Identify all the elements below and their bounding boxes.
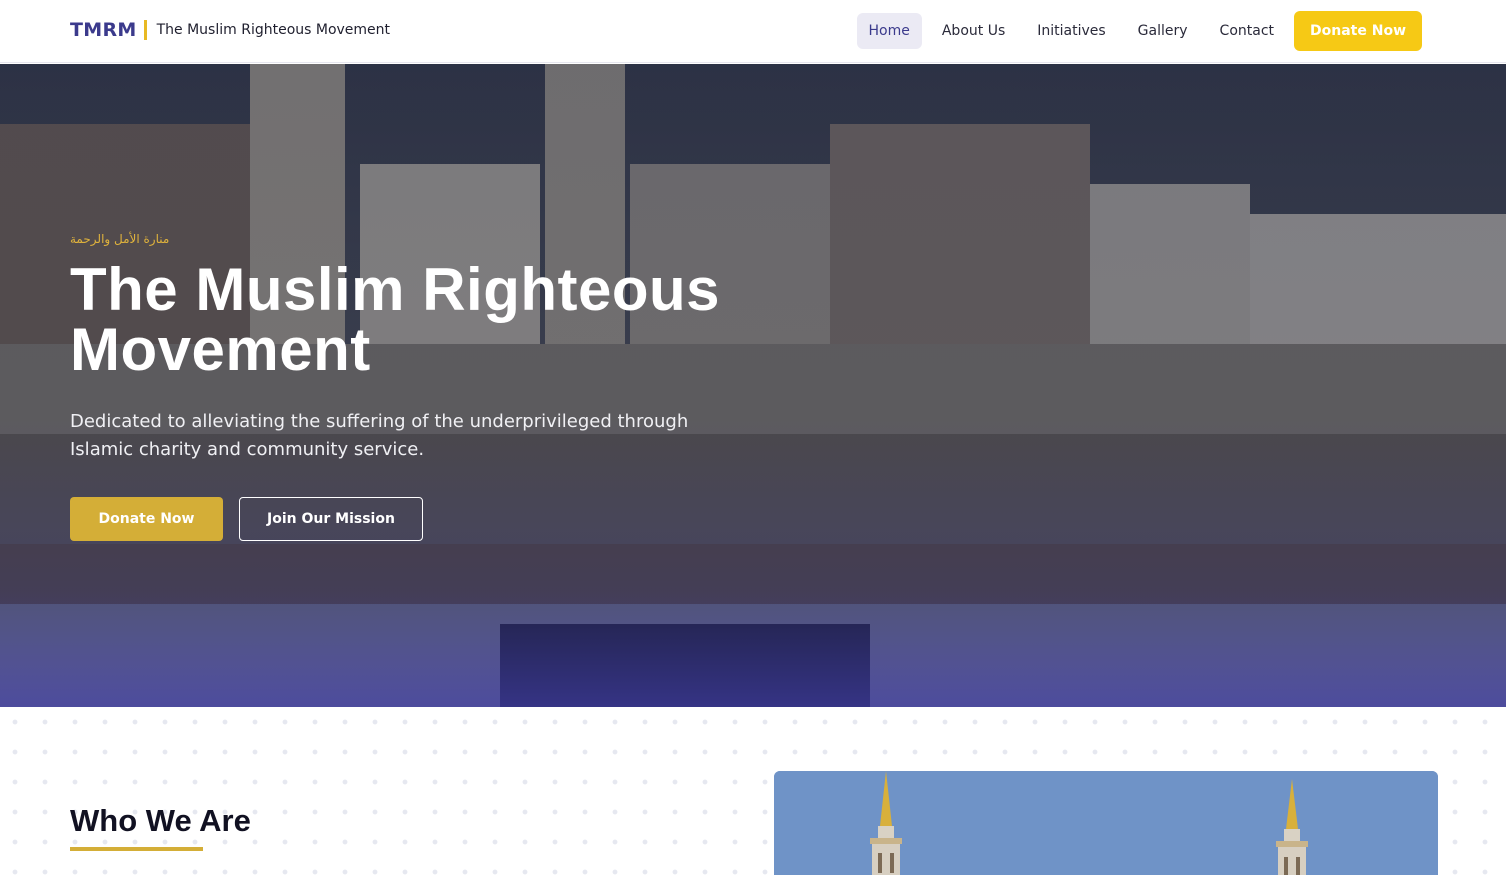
hero-title: The Muslim Righteous Movement <box>70 260 830 380</box>
hero-title-line2: Movement <box>70 316 371 383</box>
nav-gallery[interactable]: Gallery <box>1126 13 1200 49</box>
hero-section: منارة الأمل والرحمة The Muslim Righteous… <box>0 64 1506 707</box>
brand-name: The Muslim Righteous Movement <box>156 22 391 38</box>
nav-home[interactable]: Home <box>856 13 922 49</box>
brand-divider <box>143 20 147 40</box>
mosque-image <box>774 771 1438 875</box>
site-header: TMRM The Muslim Righteous Movement Home … <box>0 0 1506 63</box>
brand-logo[interactable]: TMRM The Muslim Righteous Movement <box>70 19 390 41</box>
hero-arabic-tagline: منارة الأمل والرحمة <box>70 232 170 246</box>
join-mission-button[interactable]: Join Our Mission <box>239 497 423 541</box>
hero-buttons: Donate Now Join Our Mission <box>70 497 830 541</box>
nav-initiatives[interactable]: Initiatives <box>1025 13 1117 49</box>
nav-about-us[interactable]: About Us <box>930 13 1017 49</box>
about-title-underline <box>70 847 203 851</box>
about-section: Who We Are <box>0 707 1506 875</box>
nav-donate-button[interactable]: Donate Now <box>1294 11 1422 51</box>
main-nav: Home About Us Initiatives Gallery Contac… <box>849 11 1422 51</box>
nav-contact[interactable]: Contact <box>1208 13 1286 49</box>
brand-abbreviation: TMRM <box>70 19 137 41</box>
hero-content: منارة الأمل والرحمة The Muslim Righteous… <box>70 232 830 541</box>
hero-subtitle: Dedicated to alleviating the suffering o… <box>70 411 689 460</box>
hero-donate-button[interactable]: Donate Now <box>70 497 223 541</box>
about-title: Who We Are <box>70 803 251 838</box>
hero-title-line1: The Muslim Righteous <box>70 256 721 323</box>
mosque-minarets-illustration <box>774 771 1438 875</box>
